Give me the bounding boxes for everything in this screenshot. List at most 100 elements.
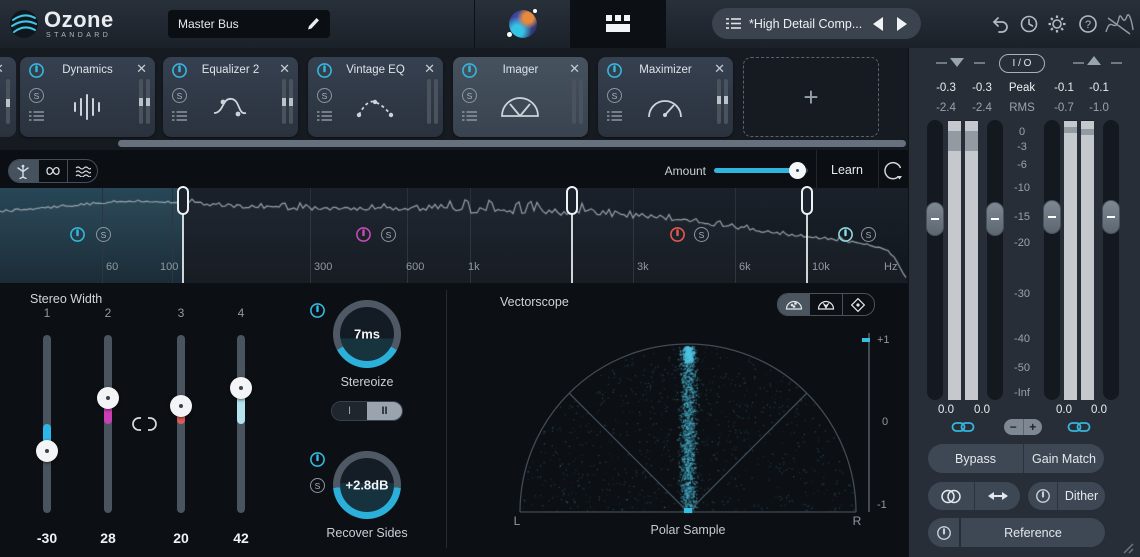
add-module-button[interactable]: +	[743, 57, 879, 137]
crossover-handle-1[interactable]	[177, 186, 189, 215]
solo-icon[interactable]: S	[172, 88, 187, 103]
settings-gear-icon[interactable]	[1047, 14, 1067, 34]
band2-solo-icon[interactable]: S	[381, 227, 396, 242]
module-card-equalizer2[interactable]: Equalizer 2 ✕ S	[163, 57, 298, 137]
band1-solo-icon[interactable]: S	[96, 227, 111, 242]
output-link-icon[interactable]	[1067, 420, 1091, 434]
bypass-button[interactable]: Bypass	[928, 444, 1023, 473]
width-slider-2-handle[interactable]	[97, 387, 119, 409]
width-sliders-view-icon[interactable]	[9, 160, 38, 182]
crossover-handle-3[interactable]	[801, 186, 813, 215]
band1-power-icon[interactable]	[69, 226, 86, 243]
channel-swap-button[interactable]	[974, 482, 1020, 510]
input-trim-down-icon[interactable]	[950, 58, 964, 67]
tab-module-chain[interactable]	[570, 0, 666, 48]
io-toggle-button[interactable]: I / O	[999, 54, 1045, 73]
resize-grip[interactable]	[1120, 540, 1134, 554]
crossover-handle-2[interactable]	[566, 186, 578, 215]
module-card-dynamics[interactable]: Dynamics ✕ S	[20, 57, 155, 137]
preset-next-button[interactable]	[897, 16, 907, 31]
correlation-view-icon[interactable]	[67, 160, 97, 182]
preset-selector[interactable]: *High Detail Comp...	[712, 8, 921, 39]
solo-icon[interactable]: S	[462, 88, 477, 103]
band3-solo-icon[interactable]: S	[694, 227, 709, 242]
solo-icon[interactable]: S	[317, 88, 332, 103]
corr-minus1-label: -1	[877, 499, 887, 511]
output-fader-r[interactable]	[1103, 120, 1119, 400]
recover-sides-solo-icon[interactable]: S	[310, 478, 325, 493]
module-meter	[289, 79, 293, 124]
band3-power-icon[interactable]	[669, 226, 686, 243]
preset-list-icon[interactable]	[29, 110, 44, 122]
band4-power-icon[interactable]	[837, 226, 854, 243]
close-icon[interactable]: ✕	[569, 61, 580, 77]
learn-button[interactable]: Learn	[831, 163, 863, 177]
ozone-window: Ozone STANDARD Master Bus *High Detail C…	[0, 0, 1140, 557]
amount-slider-handle[interactable]	[789, 162, 806, 179]
link-sliders-icon[interactable]	[131, 415, 158, 433]
close-icon[interactable]: ✕	[136, 61, 147, 77]
band4-solo-icon[interactable]: S	[861, 227, 876, 242]
help-icon[interactable]: ?	[1078, 14, 1098, 34]
output-fader-l[interactable]	[1044, 120, 1060, 400]
width-slider-4[interactable]	[237, 335, 245, 513]
input-fader-r-handle[interactable]	[986, 202, 1004, 236]
width-slider-1-handle[interactable]	[36, 440, 58, 462]
output-trim-up-icon[interactable]	[1087, 56, 1101, 65]
recover-sides-power-icon[interactable]	[309, 451, 326, 468]
module-card-partial[interactable]: ✕	[0, 57, 16, 137]
input-fader-r[interactable]	[987, 120, 1003, 400]
trim-stepper[interactable]: − +	[1004, 419, 1042, 435]
preset-list-icon[interactable]	[607, 110, 622, 122]
band2-power-icon[interactable]	[355, 226, 372, 243]
solo-icon[interactable]: S	[29, 88, 44, 103]
reference-button[interactable]: Reference	[961, 518, 1105, 547]
module-card-maximizer[interactable]: Maximizer ✕ S	[598, 57, 733, 137]
history-icon[interactable]	[1019, 14, 1039, 34]
input-fader-l[interactable]	[927, 120, 943, 400]
tab-assistant[interactable]	[474, 0, 571, 48]
crossover-line	[182, 214, 184, 283]
output-fader-r-handle[interactable]	[1102, 200, 1120, 234]
stereoize-mode-toggle[interactable]: I II	[331, 401, 403, 421]
close-icon[interactable]: ✕	[714, 61, 725, 77]
width-view-switcher	[8, 159, 98, 183]
width-slider-2[interactable]	[104, 335, 112, 513]
minus-button[interactable]: −	[1004, 419, 1023, 435]
preset-list-icon[interactable]	[317, 110, 332, 122]
module-chain-scrollbar[interactable]	[118, 140, 906, 147]
width-slider-3[interactable]	[177, 335, 185, 513]
preset-list-icon[interactable]	[462, 110, 477, 122]
plus-button[interactable]: +	[1022, 419, 1043, 435]
width-slider-3-handle[interactable]	[170, 395, 192, 417]
close-icon[interactable]: ✕	[279, 61, 290, 77]
stereoize-power-icon[interactable]	[309, 302, 326, 319]
mode-ii[interactable]: II	[367, 402, 402, 420]
track-name-field[interactable]: Master Bus	[168, 10, 330, 38]
stereoize-knob[interactable]: 7ms	[333, 300, 401, 368]
solo-icon[interactable]: S	[607, 88, 622, 103]
output-fader-l-handle[interactable]	[1043, 200, 1061, 234]
reference-power-icon[interactable]	[928, 518, 959, 547]
undo-icon[interactable]	[991, 15, 1010, 33]
edit-pencil-icon[interactable]	[306, 17, 320, 31]
module-card-imager[interactable]: Imager ✕ S	[453, 57, 588, 137]
input-link-icon[interactable]	[951, 420, 975, 434]
mode-i[interactable]: I	[332, 402, 367, 420]
preset-list-icon[interactable]	[172, 110, 187, 122]
svg-text:?: ?	[1085, 19, 1091, 31]
stereo-mode-button[interactable]	[928, 482, 974, 510]
module-card-vintage-eq[interactable]: Vintage EQ ✕ S	[308, 57, 443, 137]
band-number: 4	[237, 306, 245, 320]
preset-prev-button[interactable]	[873, 16, 883, 31]
close-icon[interactable]: ✕	[424, 61, 435, 77]
dither-button[interactable]: Dither	[1057, 482, 1105, 510]
dither-power-icon[interactable]	[1028, 482, 1057, 510]
reset-icon[interactable]	[882, 159, 905, 182]
gain-match-button[interactable]: Gain Match	[1023, 444, 1104, 473]
input-fader-l-handle[interactable]	[926, 202, 944, 236]
meter-scale-label: -30	[1014, 288, 1030, 300]
polar-view-icon[interactable]	[37, 160, 68, 182]
width-slider-4-handle[interactable]	[230, 377, 252, 399]
recover-sides-knob[interactable]: +2.8dB	[333, 451, 401, 519]
